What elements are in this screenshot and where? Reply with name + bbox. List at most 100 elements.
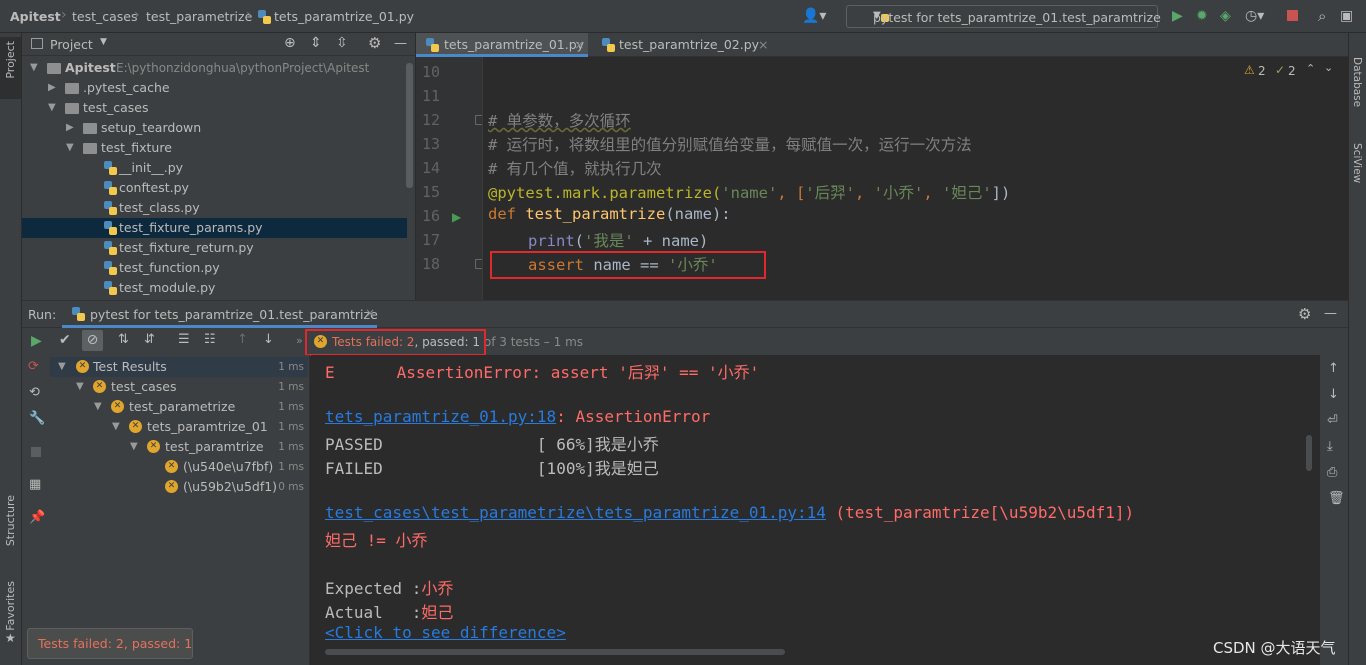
- test-tree-row[interactable]: ✕ (\u59b2\u5df1) 0 ms: [50, 477, 308, 497]
- close-icon[interactable]: ×: [758, 33, 768, 57]
- test-tree-row[interactable]: ▼ ✕ test_cases 1 ms: [50, 377, 308, 397]
- collapse-all-icon[interactable]: ☷: [204, 332, 216, 347]
- warning-icon[interactable]: ⚠: [1244, 63, 1255, 77]
- toggle-auto-test-icon[interactable]: ⟲: [29, 385, 40, 400]
- minimize-icon[interactable]: —: [394, 36, 407, 51]
- tree-item[interactable]: __init__.py: [22, 158, 407, 178]
- show-passed-icon[interactable]: ✔: [59, 332, 71, 348]
- tree-root[interactable]: ▼ Apitest E:\pythonzidonghua\pythonProje…: [22, 58, 407, 78]
- wrench-icon[interactable]: 🔧: [29, 411, 45, 426]
- test-results-tree: ▼ ✕ Test Results 1 ms ▼ ✕ test_cases 1 m…: [50, 355, 310, 665]
- coverage-icon[interactable]: ◈: [1220, 8, 1231, 24]
- arrow-down-icon[interactable]: ↓: [1328, 387, 1339, 402]
- failed-status-icon: ✕: [165, 460, 178, 473]
- console-output[interactable]: E AssertionError: assert '后羿' == '小乔' tet…: [311, 355, 1320, 660]
- code-text: (name):: [665, 205, 731, 223]
- database-tool-label[interactable]: Database: [1351, 57, 1363, 107]
- soft-wrap-icon[interactable]: ⏎: [1327, 413, 1338, 428]
- console-error-text: (test_paramtrize[\u59b2\u5df1]): [825, 503, 1135, 522]
- breadcrumb-test-parametrize[interactable]: test_parametrize: [146, 9, 252, 24]
- click-to-see-difference-link[interactable]: <Click to see difference>: [325, 623, 566, 642]
- run-configuration-select[interactable]: pytest for tets_paramtrize_01.test_param…: [846, 5, 1161, 28]
- sciview-tool-label[interactable]: SciView: [1351, 143, 1363, 183]
- highlight-box: [305, 329, 486, 356]
- test-tree-row[interactable]: ▼ ✕ Test Results 1 ms: [50, 357, 308, 377]
- tree-item[interactable]: ▶ setup_teardown: [22, 118, 407, 138]
- line-number: 18: [421, 255, 440, 273]
- close-icon[interactable]: ×: [365, 306, 375, 320]
- code-text: (: [574, 232, 585, 250]
- debug-icon[interactable]: ✹: [1196, 8, 1208, 24]
- test-tree-row[interactable]: ✕ (\u540e\u7fbf) 1 ms: [50, 457, 308, 477]
- tree-item[interactable]: test_fixture_return.py: [22, 238, 407, 258]
- gear-icon[interactable]: ⚙: [1298, 305, 1311, 323]
- tree-item-selected[interactable]: test_fixture_params.py: [22, 218, 407, 238]
- tree-item[interactable]: ▶ .pytest_cache: [22, 78, 407, 98]
- stop-icon[interactable]: [1287, 10, 1298, 21]
- tree-item[interactable]: test_module.py: [22, 278, 407, 298]
- console-line: tets_paramtrize_01.py:18: AssertionError: [325, 407, 710, 426]
- rerun-failed-icon[interactable]: ⟳: [28, 359, 39, 374]
- sort-alpha-icon[interactable]: ⇅: [118, 332, 129, 347]
- gear-icon[interactable]: ⚙: [368, 34, 381, 52]
- weak-warning-icon[interactable]: ✓: [1275, 63, 1285, 77]
- scroll-to-end-icon[interactable]: ⤓: [1327, 439, 1333, 454]
- status-tooltip-text: Tests failed: 2, passed: 1: [38, 636, 193, 651]
- test-tree-row[interactable]: ▼ ✕ tets_paramtrize_01 1 ms: [50, 417, 308, 437]
- ide-logo-icon[interactable]: ▣: [1340, 8, 1353, 24]
- tree-item-label: __init__.py: [119, 160, 184, 175]
- pin-icon[interactable]: 📌: [29, 510, 45, 525]
- tree-item[interactable]: conftest.py: [22, 178, 407, 198]
- console-v-scrollbar[interactable]: [1306, 435, 1312, 471]
- run-gutter-icon[interactable]: ▶: [452, 210, 461, 224]
- console-h-scrollbar[interactable]: [325, 649, 785, 655]
- expand-all-icon[interactable]: ☰: [178, 332, 190, 347]
- console-file-link[interactable]: test_cases\test_parametrize\tets_paramtr…: [325, 503, 826, 522]
- user-icon[interactable]: 👤▾: [802, 8, 826, 24]
- run-tab[interactable]: pytest for tets_paramtrize_01.test_param…: [62, 301, 378, 328]
- more-icon[interactable]: »: [296, 334, 303, 347]
- tree-item[interactable]: ▼ test_fixture: [22, 138, 407, 158]
- breadcrumb-project[interactable]: Apitest: [10, 9, 61, 24]
- search-icon[interactable]: ⌕: [1318, 8, 1326, 24]
- tree-item[interactable]: ▼ test_cases: [22, 98, 407, 118]
- structure-tool-label[interactable]: Structure: [4, 495, 17, 546]
- project-tool-button[interactable]: Project: [0, 37, 21, 99]
- python-file-icon: [258, 10, 271, 24]
- console-line: 妲己 != 小乔: [325, 531, 428, 550]
- chevron-down-icon[interactable]: ▼: [100, 37, 107, 47]
- minimize-icon[interactable]: —: [1324, 306, 1337, 321]
- tab-test-paramtrize-02[interactable]: test_paramtrize_02.py ×: [592, 33, 770, 57]
- console-file-link[interactable]: tets_paramtrize_01.py:18: [325, 407, 556, 426]
- test-tree-row[interactable]: ▼ ✕ test_parametrize 1 ms: [50, 397, 308, 417]
- tree-item[interactable]: test_class.py: [22, 198, 407, 218]
- project-panel-title[interactable]: Project: [50, 37, 93, 52]
- profile-icon[interactable]: ◷▾: [1245, 8, 1264, 24]
- previous-failed-icon[interactable]: ↑: [237, 332, 248, 347]
- locate-icon[interactable]: ⊕: [284, 35, 296, 51]
- show-ignored-icon[interactable]: ⊘: [82, 330, 103, 351]
- keyword: def: [488, 205, 526, 223]
- trash-icon[interactable]: 🗑: [1328, 491, 1345, 506]
- favorites-tool-label[interactable]: Favorites: [4, 581, 17, 631]
- test-duration: 1 ms: [278, 421, 304, 433]
- python-file-icon: [104, 281, 117, 295]
- tab-tets-paramtrize-01[interactable]: tets_paramtrize_01.py ×: [416, 33, 588, 57]
- arrow-up-icon[interactable]: ↑: [1328, 361, 1339, 376]
- run-icon[interactable]: ▶: [1172, 8, 1183, 24]
- expand-all-icon[interactable]: ⇕: [310, 35, 322, 51]
- sort-duration-icon[interactable]: ⇵: [144, 332, 155, 347]
- stop-icon[interactable]: [31, 447, 41, 457]
- collapse-all-icon[interactable]: ⇳: [336, 35, 348, 51]
- close-icon[interactable]: ×: [574, 33, 584, 57]
- breadcrumb-test-cases[interactable]: test_cases: [72, 9, 138, 24]
- tree-item[interactable]: test_function.py: [22, 258, 407, 278]
- breadcrumb-file[interactable]: tets_paramtrize_01.py: [274, 9, 414, 24]
- print-icon[interactable]: ⎙: [1327, 465, 1337, 480]
- layout-icon[interactable]: ▦: [29, 477, 41, 492]
- rerun-icon[interactable]: ▶: [31, 333, 42, 349]
- test-tree-row[interactable]: ▼ ✕ test_paramtrize 1 ms: [50, 437, 308, 457]
- chevron-up-icon[interactable]: ⌃: [1306, 62, 1315, 75]
- chevron-down-icon[interactable]: ⌄: [1324, 61, 1332, 74]
- next-failed-icon[interactable]: ↓: [263, 332, 274, 347]
